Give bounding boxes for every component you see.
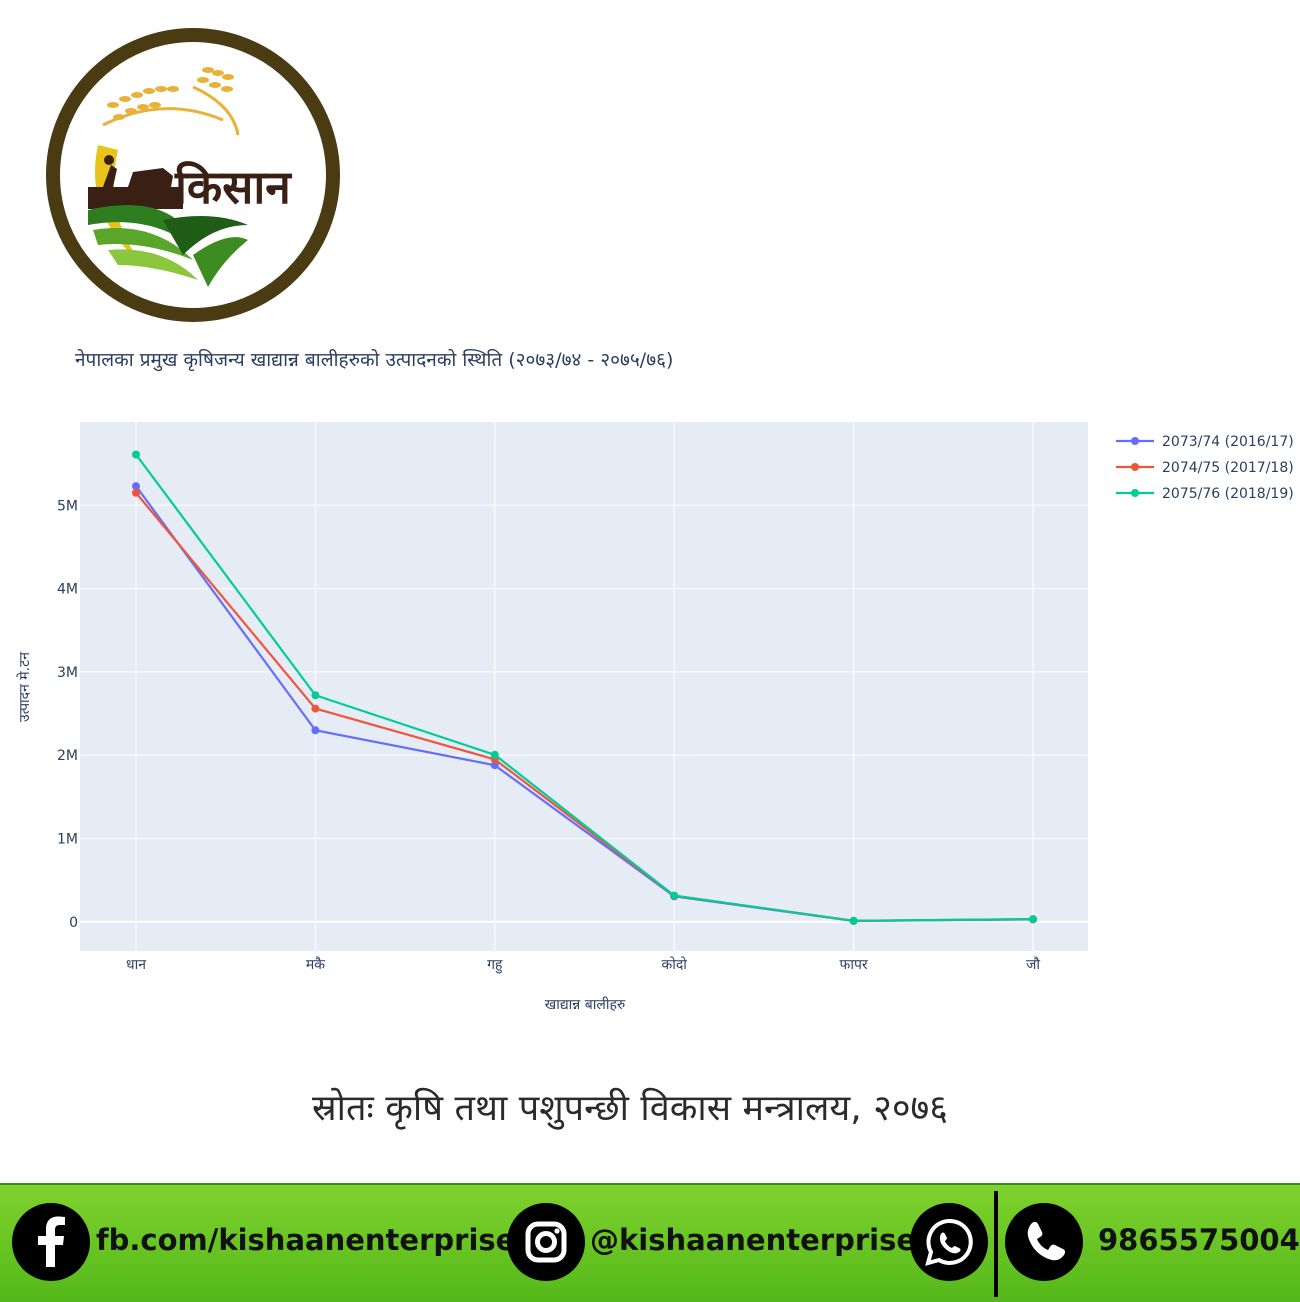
data-point xyxy=(311,726,320,735)
legend: 2073/74 (2016/17) 2074/75 (2017/18) 2075/7… xyxy=(1116,434,1294,502)
y-tick-label: 5M xyxy=(57,498,78,514)
data-point xyxy=(132,450,140,459)
source-note: स्रोतः कृषि तथा पशुपन्छी विकास मन्त्रालय… xyxy=(311,1088,949,1129)
legend-item: 2073/74 (2016/17) xyxy=(1116,434,1294,450)
x-tick-label: जौ xyxy=(1026,956,1040,973)
legend-label: 2075/76 (2018/19) xyxy=(1162,486,1294,502)
footer-divider xyxy=(994,1191,998,1297)
y-tick-label: 0 xyxy=(69,915,78,931)
x-axis-label: खाद्यान्न बालीहरु xyxy=(545,996,626,1013)
data-point xyxy=(311,704,320,713)
y-tick-label: 2M xyxy=(57,748,78,764)
logo-brand-text: किसान xyxy=(174,160,292,214)
legend-marker xyxy=(1131,489,1139,497)
x-tick-label: फापर xyxy=(840,957,868,973)
legend-label: 2073/74 (2016/17) xyxy=(1162,434,1294,450)
x-tick-label: कोदो xyxy=(661,956,687,973)
x-tick-label: धान xyxy=(126,957,146,973)
instagram-handle[interactable]: @kishaanenterprise xyxy=(590,1223,916,1257)
data-point xyxy=(311,691,320,700)
facebook-icon[interactable] xyxy=(12,1203,90,1281)
legend-item: 2075/76 (2018/19) xyxy=(1116,486,1294,502)
y-tick-label: 1M xyxy=(57,832,78,848)
data-point xyxy=(490,750,499,759)
y-tick-label: 4M xyxy=(57,582,78,598)
legend-marker xyxy=(1131,437,1139,445)
data-point xyxy=(1029,915,1037,924)
legend-item: 2074/75 (2017/18) xyxy=(1116,460,1294,476)
plot-background xyxy=(80,422,1088,951)
data-point xyxy=(849,916,858,925)
phone-number[interactable]: 9865575004 xyxy=(1098,1223,1300,1257)
y-tick-label: 3M xyxy=(57,665,78,681)
line-chart: 0 1M 2M 3M 4M 5M धान मकै गहु कोदो फापर जौ उत्पादन … xyxy=(16,422,1294,1013)
chart-title: नेपालका प्रमुख कृषिजन्य खाद्यान्न बालीहर… xyxy=(75,349,674,371)
phone-icon[interactable] xyxy=(1005,1203,1083,1281)
y-axis-label: उत्पादन मे.टन xyxy=(16,652,33,722)
instagram-icon[interactable] xyxy=(507,1203,585,1281)
legend-label: 2074/75 (2017/18) xyxy=(1162,460,1294,476)
whatsapp-icon[interactable] xyxy=(910,1203,988,1281)
facebook-link[interactable]: fb.com/kishaanenterprise xyxy=(96,1223,515,1257)
data-point xyxy=(670,891,679,900)
x-tick-label: गहु xyxy=(487,957,503,974)
legend-marker xyxy=(1131,463,1139,471)
data-point xyxy=(132,488,140,497)
x-tick-label: मकै xyxy=(306,956,325,973)
kisan-logo: किसान xyxy=(43,25,343,325)
footer-bar: fb.com/kishaanenterprise @kishaanenterpr… xyxy=(0,1183,1300,1302)
